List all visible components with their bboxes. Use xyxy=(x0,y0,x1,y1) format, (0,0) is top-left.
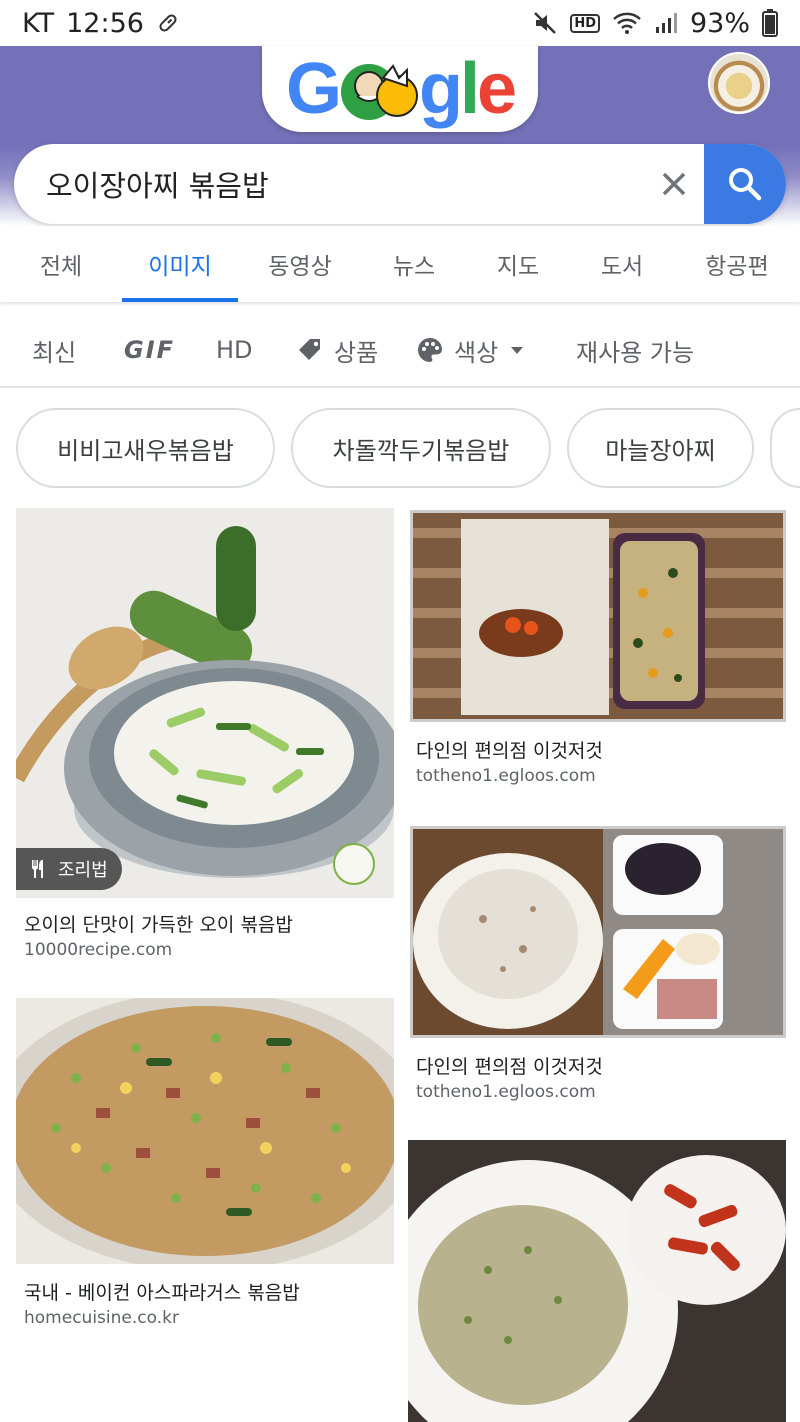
hd-voice-icon: HD xyxy=(570,13,600,33)
tab-label: 전체 xyxy=(39,254,83,280)
suggestion-chip[interactable]: 차돌깍두기볶음밥 xyxy=(291,408,551,488)
image-result[interactable]: 국내 - 베이컨 아스파라거스 볶음밥 homecuisine.co.kr xyxy=(16,998,394,1338)
result-thumbnail[interactable] xyxy=(410,826,786,1038)
tab-flights[interactable]: 항공편 xyxy=(674,226,800,302)
badge-label: 조리법 xyxy=(58,860,108,881)
result-thumbnail[interactable]: 조리법 xyxy=(16,508,394,898)
tab-label: 항공편 xyxy=(705,254,769,280)
convenience-store-meal-image xyxy=(413,829,783,1035)
result-title[interactable]: 다인의 편의점 이것저것 xyxy=(416,736,603,763)
search-header: G gle 오이장아찌 볶음밥 xyxy=(0,46,800,226)
search-box[interactable]: 오이장아찌 볶음밥 xyxy=(14,144,786,224)
signal-icon xyxy=(654,11,678,35)
filter-gif[interactable]: GIF xyxy=(124,312,175,388)
bacon-asparagus-fried-rice-image xyxy=(16,998,394,1264)
filter-reusable[interactable]: 재사용 가능 xyxy=(576,312,694,388)
chip-label: 마늘장아찌 xyxy=(605,436,716,465)
account-avatar[interactable] xyxy=(708,52,770,114)
battery-percent: 93% xyxy=(689,7,750,39)
filter-color[interactable]: 색상 xyxy=(416,312,526,388)
tab-videos[interactable]: 동영상 xyxy=(238,226,362,302)
suggestion-chip[interactable]: 마늘장아찌 xyxy=(567,408,754,488)
tab-label: 이미지 xyxy=(148,254,212,280)
status-bar: KT 12:56 HD 93% xyxy=(0,0,800,46)
filter-product[interactable]: 상품 xyxy=(296,312,378,388)
fork-knife-icon xyxy=(32,860,43,878)
image-result[interactable]: 다인의 편의점 이것저것 totheno1.egloos.com xyxy=(410,826,786,1116)
result-title[interactable]: 오이의 단맛이 가득한 오이 볶음밥 xyxy=(24,910,293,937)
filter-label: 색상 xyxy=(454,338,499,367)
search-tabs: 전체 이미지 동영상 뉴스 지도 도서 항공편 xyxy=(0,226,800,302)
suggestion-chip-partial[interactable] xyxy=(770,408,800,488)
filter-label: HD xyxy=(216,336,253,364)
fried-rice-pickles-image xyxy=(408,1140,786,1422)
filter-label: 재사용 가능 xyxy=(576,338,695,367)
filter-label: GIF xyxy=(124,336,176,364)
dropdown-arrow-icon xyxy=(511,347,524,354)
tag-icon xyxy=(299,339,320,360)
tab-maps[interactable]: 지도 xyxy=(466,226,570,302)
result-thumbnail[interactable] xyxy=(408,1140,786,1422)
image-result[interactable]: 조리법 오이의 단맛이 가득한 오이 볶음밥 10000recipe.com xyxy=(16,508,394,968)
recipe-badge: 조리법 xyxy=(16,848,122,890)
tab-news[interactable]: 뉴스 xyxy=(362,226,466,302)
result-source[interactable]: homecuisine.co.kr xyxy=(24,1308,179,1328)
result-thumbnail[interactable] xyxy=(16,998,394,1264)
search-icon xyxy=(729,168,762,201)
tab-label: 도서 xyxy=(600,254,644,280)
doodle-illustration-icon xyxy=(340,63,418,120)
palette-icon xyxy=(418,338,442,362)
tab-books[interactable]: 도서 xyxy=(570,226,674,302)
filter-label: 상품 xyxy=(334,338,379,367)
search-button[interactable] xyxy=(704,144,786,224)
pill-icon xyxy=(156,11,180,35)
clear-search-button[interactable] xyxy=(644,144,704,224)
image-filter-bar: 최신 GIF HD 상품 색상 재사용 가능 xyxy=(0,312,800,388)
image-result[interactable] xyxy=(408,1140,786,1422)
filter-hd[interactable]: HD xyxy=(216,312,253,388)
result-thumbnail[interactable] xyxy=(410,510,786,722)
tab-label: 지도 xyxy=(496,254,540,280)
mute-icon xyxy=(532,10,558,36)
filter-label: 최신 xyxy=(32,338,77,367)
close-icon xyxy=(662,172,686,196)
result-source[interactable]: 10000recipe.com xyxy=(24,940,172,960)
result-source[interactable]: totheno1.egloos.com xyxy=(416,766,596,786)
result-title[interactable]: 국내 - 베이컨 아스파라거스 볶음밥 xyxy=(24,1278,300,1305)
wifi-icon xyxy=(612,10,642,36)
carrier-label: KT xyxy=(22,7,55,39)
cucumber-fried-rice-image xyxy=(16,508,394,898)
result-title[interactable]: 다인의 편의점 이것저것 xyxy=(416,1052,603,1079)
suggestion-chip[interactable]: 비비고새우볶음밥 xyxy=(16,408,275,488)
tab-label: 동영상 xyxy=(268,254,332,280)
result-source[interactable]: totheno1.egloos.com xyxy=(416,1082,596,1102)
lunchbox-book-image xyxy=(413,513,783,719)
tab-label: 뉴스 xyxy=(392,254,436,280)
chip-label: 비비고새우볶음밥 xyxy=(57,436,234,465)
google-doodle-logo[interactable]: G gle xyxy=(262,46,538,132)
tab-all[interactable]: 전체 xyxy=(0,226,122,302)
chip-label: 차돌깍두기볶음밥 xyxy=(332,436,510,465)
tab-images[interactable]: 이미지 xyxy=(122,226,238,302)
image-result[interactable]: 다인의 편의점 이것저것 totheno1.egloos.com xyxy=(410,510,786,800)
battery-icon xyxy=(762,9,778,37)
search-input[interactable]: 오이장아찌 볶음밥 xyxy=(14,163,644,205)
clock: 12:56 xyxy=(66,7,144,39)
filter-recent[interactable]: 최신 xyxy=(32,312,76,388)
